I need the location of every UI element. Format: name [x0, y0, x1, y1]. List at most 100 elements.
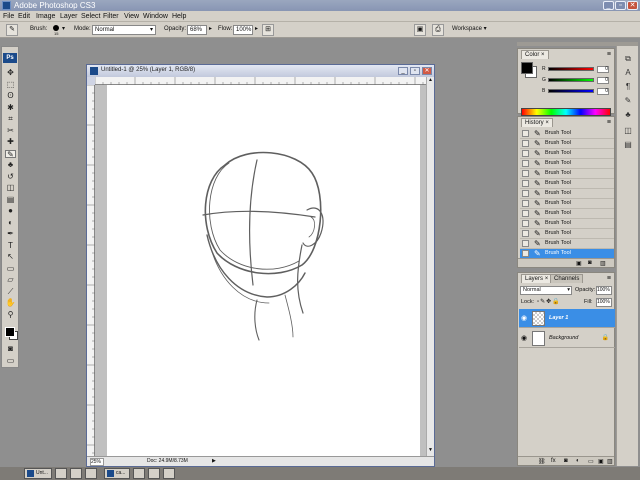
eye-icon[interactable]: ◉ — [521, 334, 527, 342]
blue-slider[interactable]: B 0 — [542, 88, 610, 95]
history-source-checkbox[interactable] — [522, 250, 529, 257]
panel-menu-icon[interactable]: ≡ — [607, 51, 611, 58]
palette-well-icon[interactable]: ▣ — [414, 24, 426, 36]
crop-icon[interactable]: ⌗ — [5, 115, 16, 123]
color-spectrum[interactable] — [521, 108, 611, 116]
doc-minimize-button[interactable]: _ — [398, 67, 408, 75]
color-fg-swatch[interactable] — [521, 62, 533, 74]
status-menu-arrow-icon[interactable]: ▶ — [212, 458, 216, 464]
menu-window[interactable]: Window — [143, 13, 168, 20]
green-slider[interactable]: G 0 — [542, 77, 610, 84]
type-icon[interactable]: T — [5, 241, 16, 250]
canvas[interactable] — [107, 85, 420, 456]
history-source-checkbox[interactable] — [522, 140, 529, 147]
new-group-icon[interactable]: ▭ — [588, 458, 594, 465]
menu-view[interactable]: View — [124, 13, 139, 20]
green-value[interactable]: 0 — [597, 77, 609, 84]
menu-edit[interactable]: Edit — [18, 13, 30, 20]
green-bar[interactable] — [548, 78, 594, 82]
layer-row-background[interactable]: ◉ Background 🔒 — [519, 329, 615, 348]
history-item[interactable]: ✎ Brush Tool — [520, 189, 614, 199]
document-title-bar[interactable]: Untitled-1 @ 25% (Layer 1, RGB/8) _ ▫ ✕ — [87, 65, 434, 77]
history-item[interactable]: ✎ Brush Tool — [520, 129, 614, 139]
brushes-icon[interactable]: ✎ — [623, 96, 633, 106]
path-select-icon[interactable]: ↖ — [5, 253, 16, 261]
airbrush-icon[interactable]: ⊞ — [262, 24, 274, 36]
menu-file[interactable]: File — [3, 13, 14, 20]
menu-help[interactable]: Help — [172, 13, 186, 20]
history-brush-icon[interactable]: ↺ — [5, 172, 16, 181]
history-source-checkbox[interactable] — [522, 200, 529, 207]
red-slider[interactable]: R 0 — [542, 66, 610, 73]
maximize-button[interactable]: ▫ — [615, 1, 626, 10]
eye-icon[interactable]: ◉ — [521, 314, 527, 322]
eraser-icon[interactable]: ◫ — [5, 184, 16, 192]
lasso-icon[interactable]: ʘ — [5, 92, 16, 100]
dodge-icon[interactable]: ◐ — [5, 218, 16, 227]
history-item[interactable]: ✎ Brush Tool — [520, 139, 614, 149]
taskbar-close-button[interactable] — [163, 468, 175, 479]
layer-row-layer-1[interactable]: ◉ Layer 1 — [519, 309, 615, 328]
opacity-dropdown-icon[interactable]: ▸ — [209, 25, 212, 32]
menu-select[interactable]: Select — [81, 13, 100, 20]
history-item[interactable]: ✎ Brush Tool — [520, 199, 614, 209]
history-item[interactable]: ✎ Brush Tool — [520, 229, 614, 239]
taskbar-item-untitled[interactable]: Unt... — [24, 468, 52, 479]
zoom-icon[interactable]: ⚲ — [5, 310, 16, 319]
taskbar-restore-button[interactable] — [55, 468, 67, 479]
zoom-field[interactable]: 25% — [90, 458, 104, 466]
history-source-checkbox[interactable] — [522, 170, 529, 177]
adjustment-layer-icon[interactable]: ◐ — [576, 458, 580, 464]
taskbar-max-button[interactable] — [70, 468, 82, 479]
trash-icon[interactable]: ▥ — [607, 458, 613, 465]
history-source-checkbox[interactable] — [522, 190, 529, 197]
history-source-checkbox[interactable] — [522, 160, 529, 167]
bridge-icon[interactable]: ⎙ — [432, 24, 444, 36]
red-bar[interactable] — [548, 67, 594, 71]
taskbar-close-button[interactable] — [85, 468, 97, 479]
stamp-icon[interactable]: ♣ — [5, 161, 16, 169]
horizontal-ruler[interactable] — [94, 77, 426, 85]
history-item[interactable]: ✎ Brush Tool — [520, 159, 614, 169]
history-item[interactable]: ✎ Brush Tool — [520, 239, 614, 249]
blur-icon[interactable]: ● — [5, 207, 16, 215]
paragraph-icon[interactable]: ¶ — [623, 82, 633, 92]
blue-bar[interactable] — [548, 89, 594, 93]
close-icon[interactable]: × — [545, 120, 549, 126]
lock-icons[interactable]: ▫✎✥🔒 — [537, 298, 561, 305]
menu-layer[interactable]: Layer — [60, 13, 78, 20]
navigator-icon[interactable]: ⧉ — [623, 54, 633, 64]
foreground-color-swatch[interactable] — [5, 327, 15, 337]
shape-icon[interactable]: ▭ — [5, 264, 16, 273]
history-source-checkbox[interactable] — [522, 150, 529, 157]
scroll-down-icon[interactable]: ▼ — [427, 447, 434, 454]
close-button[interactable]: ✕ — [627, 1, 638, 10]
slice-icon[interactable]: ✂ — [5, 126, 16, 135]
flow-field[interactable]: 100% — [233, 25, 253, 35]
layer-style-icon[interactable]: fx — [551, 458, 556, 464]
vertical-ruler[interactable] — [87, 84, 95, 456]
new-layer-icon[interactable]: ▣ — [598, 458, 604, 465]
taskbar-max-button[interactable] — [148, 468, 160, 479]
character-icon[interactable]: A — [623, 68, 633, 78]
opacity-field[interactable]: 68% — [187, 25, 207, 35]
history-source-checkbox[interactable] — [522, 210, 529, 217]
quick-mask-icon[interactable]: ◙ — [5, 345, 16, 353]
gradient-icon[interactable]: ▤ — [5, 195, 16, 204]
menu-image[interactable]: Image — [36, 13, 55, 20]
move-icon[interactable]: ✥ — [5, 69, 16, 77]
vertical-scrollbar[interactable]: ▲ ▼ — [426, 77, 434, 456]
panel-menu-icon[interactable]: ≡ — [607, 275, 611, 282]
flow-dropdown-icon[interactable]: ▸ — [255, 25, 258, 32]
history-item[interactable]: ✎ Brush Tool — [520, 179, 614, 189]
clone-source-icon[interactable]: ♣ — [623, 110, 633, 120]
mode-select[interactable]: Normal ▾ — [92, 25, 156, 35]
history-item[interactable]: ✎ Brush Tool — [520, 209, 614, 219]
layer-opacity-field[interactable]: 100% — [596, 286, 612, 295]
layer-comps-icon[interactable]: ▤ — [623, 140, 633, 150]
scroll-up-icon[interactable]: ▲ — [427, 77, 434, 84]
eyedropper-icon[interactable]: ⟋ — [5, 287, 16, 296]
pen-icon[interactable]: ✒ — [5, 230, 16, 238]
notes-icon[interactable]: ▱ — [5, 276, 16, 284]
tab-history[interactable]: History × — [521, 118, 553, 127]
